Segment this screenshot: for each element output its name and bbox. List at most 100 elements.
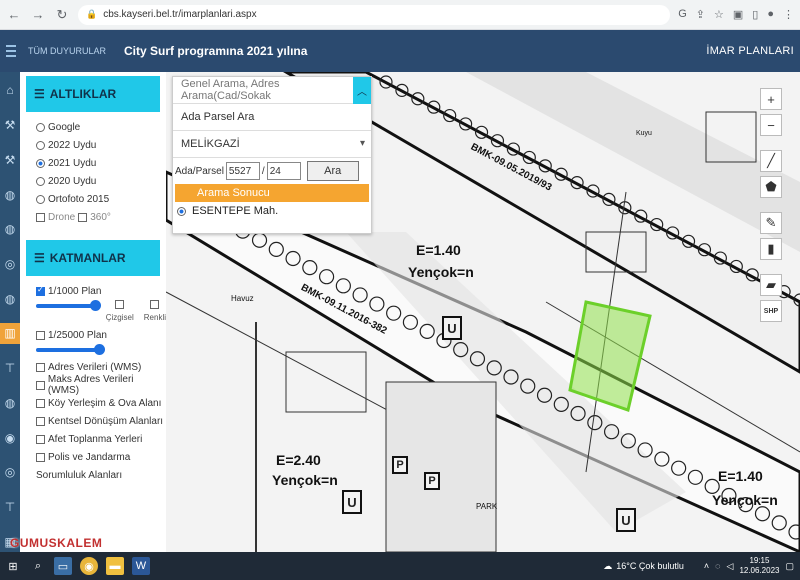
- zoom-out-button[interactable]: −: [760, 114, 782, 136]
- menu-icon[interactable]: ⋮: [783, 8, 794, 21]
- layers-icon-2: ☰: [34, 251, 45, 265]
- layers-title: KATMANLAR: [49, 251, 126, 265]
- layer-plan1000[interactable]: 1/1000 Plan: [36, 282, 166, 300]
- search-icon[interactable]: ⌕: [30, 557, 46, 575]
- pin-icon[interactable]: ⊤: [1, 497, 19, 518]
- collapse-icon[interactable]: ︿: [353, 77, 371, 104]
- zoom-in-button[interactable]: +: [760, 88, 782, 110]
- u-symbol-text: U: [347, 494, 357, 510]
- layer-checkbox[interactable]: [36, 452, 45, 462]
- zone-label: E=2.40: [276, 452, 321, 468]
- delete-icon[interactable]: ▮: [760, 238, 782, 260]
- result-radio[interactable]: [177, 206, 186, 216]
- layer-checkbox[interactable]: [36, 434, 45, 444]
- cizgisel-checkbox[interactable]: [115, 300, 125, 309]
- google-icon[interactable]: G: [678, 8, 687, 21]
- basemaps-header[interactable]: ☰ ALTLIKLAR: [26, 76, 160, 112]
- task-view-icon[interactable]: ▭: [54, 557, 72, 575]
- home-icon[interactable]: ⌂: [1, 80, 19, 101]
- layer-item[interactable]: Afet Toplanma Yerleri: [36, 430, 166, 448]
- edit-icon[interactable]: ✎: [760, 212, 782, 234]
- layer-checkbox[interactable]: [36, 380, 45, 390]
- shp-button[interactable]: SHP: [760, 300, 782, 322]
- result-item[interactable]: ESENTEPE Mah.: [173, 202, 371, 220]
- plan-annotation: Kuyu: [636, 130, 652, 137]
- basemap-2021[interactable]: 2021 Uydu: [36, 154, 166, 172]
- layer-checkbox[interactable]: [36, 416, 45, 426]
- signpost-icon[interactable]: ⊤: [1, 358, 19, 379]
- globe-icon-2[interactable]: ◍: [1, 219, 19, 240]
- search-placeholder: Genel Arama, Adres Arama(Cad/Sokak: [181, 78, 280, 102]
- renkli-checkbox[interactable]: [150, 300, 160, 309]
- u-symbol-text: U: [447, 320, 457, 336]
- general-search-input[interactable]: Genel Arama, Adres Arama(Cad/Sokak ︿: [173, 77, 371, 104]
- basemap-google[interactable]: Google: [36, 118, 166, 136]
- plan25000-checkbox[interactable]: [36, 330, 45, 340]
- windows-start-icon[interactable]: ⊞: [4, 557, 22, 575]
- back-icon[interactable]: ←: [6, 7, 22, 23]
- chevron-up-icon[interactable]: ˄: [704, 561, 709, 571]
- eye-icon[interactable]: ◉: [1, 427, 19, 448]
- district-select[interactable]: MELİKGAZİ ▾: [173, 131, 371, 158]
- basemap-2020[interactable]: 2020 Uydu: [36, 172, 166, 190]
- radio-google[interactable]: [36, 122, 45, 132]
- reload-icon[interactable]: ↻: [54, 7, 70, 23]
- slider-knob[interactable]: [89, 300, 101, 311]
- basemap-label: 2020 Uydu: [48, 175, 97, 187]
- layer-item[interactable]: Maks Adres Verileri (WMS): [36, 374, 166, 396]
- address-bar[interactable]: 🔒 cbs.kayseri.bel.tr/imarplanlari.aspx: [78, 4, 671, 25]
- layer-plan25000[interactable]: 1/25000 Plan: [36, 326, 166, 344]
- word-icon[interactable]: W: [132, 557, 150, 575]
- file-explorer-icon[interactable]: ▬: [106, 557, 124, 575]
- layer-item[interactable]: Kentsel Dönüşüm Alanları: [36, 412, 166, 430]
- folder-icon[interactable]: ▰: [760, 274, 782, 296]
- network-icon[interactable]: ◌: [715, 561, 720, 571]
- clock[interactable]: 19:15 12.06.2023: [739, 556, 779, 576]
- layers-header[interactable]: ☰ KATMANLAR: [26, 240, 160, 276]
- forward-icon[interactable]: →: [30, 7, 46, 23]
- plan25000-opacity-slider[interactable]: [36, 344, 105, 355]
- globe-icon-3[interactable]: ◍: [1, 288, 19, 309]
- layer-checkbox[interactable]: [36, 362, 45, 372]
- radio-2022[interactable]: [36, 140, 45, 150]
- hamburger-icon[interactable]: [0, 30, 22, 72]
- announcements-link[interactable]: TÜM DUYURULAR: [28, 46, 106, 56]
- search-button[interactable]: Ara: [306, 161, 359, 181]
- drone-checkbox[interactable]: [36, 212, 45, 222]
- map-toolbar: + − ╱ ⬟ ✎ ▮ ▰ SHP: [760, 88, 782, 322]
- globe-icon-4[interactable]: ◍: [1, 392, 19, 413]
- volume-icon[interactable]: ◁: [727, 561, 734, 572]
- target-icon-2[interactable]: ◎: [1, 462, 19, 483]
- sidebar-icon[interactable]: ▯: [752, 8, 758, 21]
- chrome-icon[interactable]: ◉: [80, 557, 98, 575]
- share-icon[interactable]: ⇪: [696, 8, 705, 21]
- notification-icon[interactable]: ▢: [785, 561, 794, 572]
- globe-icon[interactable]: ◍: [1, 184, 19, 205]
- map-icon[interactable]: ▥: [0, 323, 20, 344]
- search-mode-select[interactable]: Ada Parsel Ara: [173, 104, 371, 131]
- layer-item[interactable]: Köy Yerleşim & Ova Alanı: [36, 394, 166, 412]
- hammer-icon[interactable]: ⚒: [1, 115, 19, 136]
- draw-polygon-icon[interactable]: ⬟: [760, 176, 782, 198]
- star-icon[interactable]: ☆: [714, 8, 724, 21]
- announcement-text[interactable]: City Surf programına 2021 yılına: [124, 44, 307, 58]
- layer-item[interactable]: Polis ve Jandarma: [36, 448, 166, 466]
- view360-checkbox[interactable]: [78, 212, 88, 222]
- tool-icon[interactable]: ⚒: [1, 149, 19, 170]
- parsel-input[interactable]: 24: [266, 162, 301, 180]
- radio-2020[interactable]: [36, 176, 45, 186]
- plan1000-checkbox[interactable]: [36, 285, 45, 296]
- slider-knob[interactable]: [94, 344, 105, 355]
- weather-widget[interactable]: ☁ 16°C Çok bulutlu: [603, 561, 684, 572]
- basemap-2022[interactable]: 2022 Uydu: [36, 136, 166, 154]
- profile-icon[interactable]: ●: [767, 8, 774, 21]
- radio-ortofoto[interactable]: [36, 194, 45, 204]
- ada-input[interactable]: 5527: [225, 162, 260, 180]
- extensions-icon[interactable]: ▣: [733, 8, 743, 21]
- target-icon[interactable]: ◎: [1, 254, 19, 275]
- draw-line-icon[interactable]: ╱: [760, 150, 782, 172]
- radio-2021[interactable]: [36, 158, 45, 168]
- plan1000-opacity-slider[interactable]: [36, 300, 101, 311]
- layer-checkbox[interactable]: [36, 398, 45, 408]
- basemap-ortofoto[interactable]: Ortofoto 2015: [36, 190, 166, 208]
